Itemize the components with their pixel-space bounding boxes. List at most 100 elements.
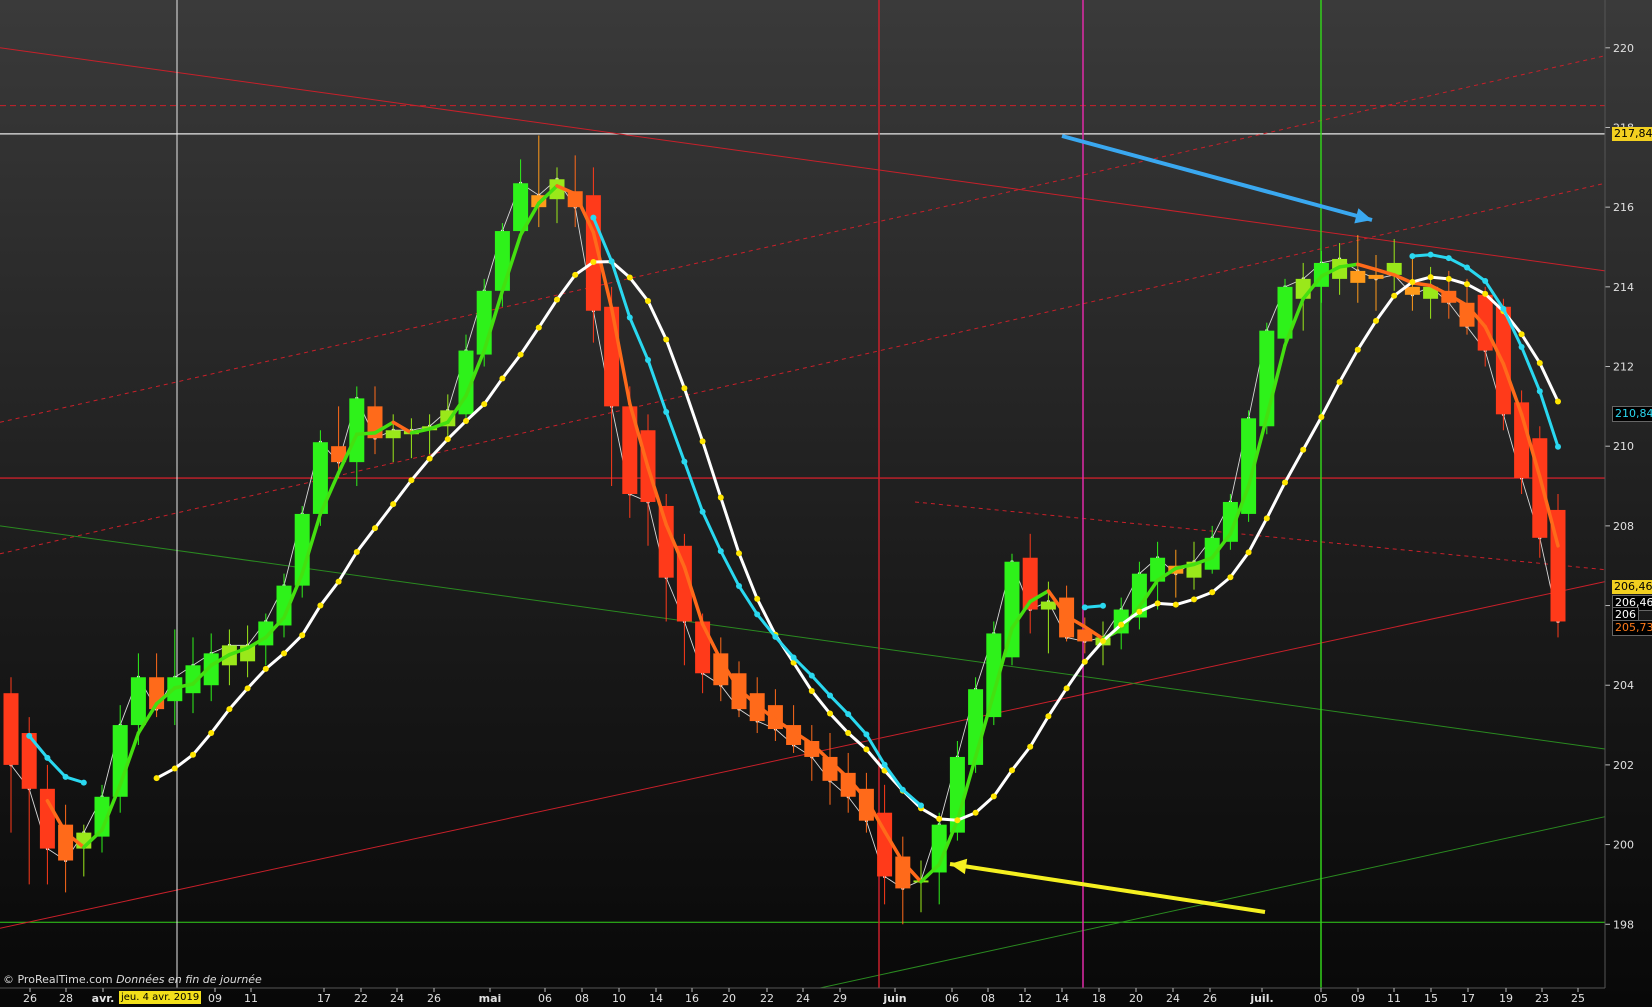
slow-average-point: [1063, 685, 1070, 692]
slow-average-point: [736, 550, 742, 557]
slow-average-point: [972, 809, 979, 816]
cyan-stop-point: [918, 802, 924, 809]
cyan-stop-point: [44, 754, 51, 761]
slow-average-point: [1336, 379, 1343, 386]
slow-average-point: [1518, 331, 1525, 338]
green-trendline-top: [0, 525, 1606, 750]
x-tick-label: 24: [1166, 992, 1180, 1005]
y-tick-label: 202: [1613, 759, 1634, 772]
slow-average-point: [863, 746, 870, 753]
credit-brand: © ProRealTime.com: [3, 973, 113, 986]
cursor-date-label: jeu. 4 avr. 2019: [119, 991, 202, 1004]
x-tick-label: 14: [1055, 992, 1069, 1005]
slow-average-point: [645, 298, 651, 305]
slow-average-point: [1318, 413, 1325, 420]
cyan-stop-point: [1409, 253, 1416, 260]
cyan-stop-point: [827, 692, 833, 699]
x-tick-label: 26: [1203, 992, 1217, 1005]
y-tick-label: 198: [1613, 918, 1634, 931]
slow-average-point: [1045, 713, 1052, 720]
slow-average-point: [1427, 274, 1434, 281]
cyan-stop-point: [1555, 443, 1561, 450]
red-dashed-short: [914, 501, 1606, 571]
slow-average-point: [717, 494, 724, 501]
slow-average-point: [626, 274, 633, 281]
slow-average-point: [426, 455, 433, 462]
candle-body: [1204, 537, 1220, 570]
candle-body: [3, 693, 19, 765]
slow-average-point: [408, 477, 415, 484]
slow-average-point: [481, 401, 488, 408]
slow-average-point: [1409, 278, 1416, 285]
slow-average-point: [372, 525, 378, 532]
x-tick-label: 14: [649, 992, 663, 1005]
x-tick-label: 28: [59, 992, 73, 1005]
slow-average-point: [463, 417, 469, 424]
x-tick-label: 24: [390, 992, 404, 1005]
price-chart[interactable]: 1982002022042062082102122142162182202628…: [0, 0, 1652, 1007]
candle-body: [1404, 286, 1420, 295]
price-label: 206,46: [1612, 580, 1652, 595]
slow-average-point: [590, 259, 597, 266]
slow-average-point: [1282, 479, 1288, 486]
slow-average-point: [1555, 398, 1561, 405]
x-tick-label: 22: [354, 992, 368, 1005]
slow-average-point: [936, 815, 943, 822]
blue-arrow: [1061, 134, 1373, 222]
slow-average-point: [1263, 515, 1270, 522]
x-tick-label: 05: [1314, 992, 1328, 1005]
x-tick-label: 16: [685, 992, 699, 1005]
y-tick-label: 214: [1613, 281, 1634, 294]
slow-average-point: [1536, 359, 1543, 366]
cyan-stop-point: [62, 773, 69, 780]
cyan-stop-point: [1445, 255, 1452, 262]
credit-text: © ProRealTime.com Données en fin de jour…: [3, 973, 262, 986]
slow-average-point: [1464, 281, 1470, 288]
cyan-stop-point: [1482, 277, 1489, 284]
x-tick-label: juil.: [1249, 992, 1273, 1005]
slow-average-point: [681, 385, 688, 392]
credit-note: Données en fin de journée: [116, 973, 262, 986]
slow-average-point: [335, 578, 342, 585]
candle-body: [658, 505, 674, 578]
cyan-stop-point: [717, 548, 724, 555]
cyan-stop-point: [863, 731, 870, 738]
x-tick-label: 15: [1424, 992, 1438, 1005]
x-tick-label: avr.: [92, 992, 115, 1005]
slow-average-point: [1009, 767, 1015, 774]
candle-body: [39, 788, 55, 849]
slow-average-point: [1027, 743, 1034, 750]
candle-body: [1368, 274, 1384, 279]
x-tick-label: 22: [760, 992, 774, 1005]
cyan-stop-point: [1427, 251, 1434, 258]
yellow-arrow: [949, 862, 1266, 914]
slow-average-point: [226, 706, 233, 713]
candle-body: [494, 231, 510, 291]
x-tick-label: 26: [23, 992, 37, 1005]
candle-body: [1295, 278, 1311, 299]
slow-average-point: [1373, 317, 1379, 324]
x-tick-label: 11: [244, 992, 258, 1005]
slow-average-point: [663, 336, 670, 343]
hull-segment: [1356, 262, 1378, 272]
slow-average-point: [1100, 637, 1106, 644]
slow-average-point: [208, 730, 215, 737]
red-trendline-bottom: [0, 581, 1606, 929]
y-tick-label: 208: [1613, 520, 1634, 533]
yellow-arrow-head: [950, 858, 968, 875]
x-tick-label: 09: [1351, 992, 1365, 1005]
x-tick-label: 17: [1461, 992, 1475, 1005]
y-tick-label: 204: [1613, 679, 1634, 692]
y-tick-label: 200: [1613, 839, 1634, 852]
slow-average-point: [827, 710, 833, 717]
x-tick-label: 25: [1571, 992, 1585, 1005]
cyan-stop-point: [1536, 388, 1543, 395]
cyan-stop-point: [1081, 604, 1088, 611]
candle-body: [385, 430, 401, 439]
slow-average-point: [244, 685, 251, 692]
cyan-stop-point: [80, 779, 87, 786]
candle-body: [130, 677, 146, 726]
candle-body: [1040, 601, 1056, 610]
slow-average-point: [281, 650, 287, 657]
slow-average-point: [1118, 621, 1125, 628]
